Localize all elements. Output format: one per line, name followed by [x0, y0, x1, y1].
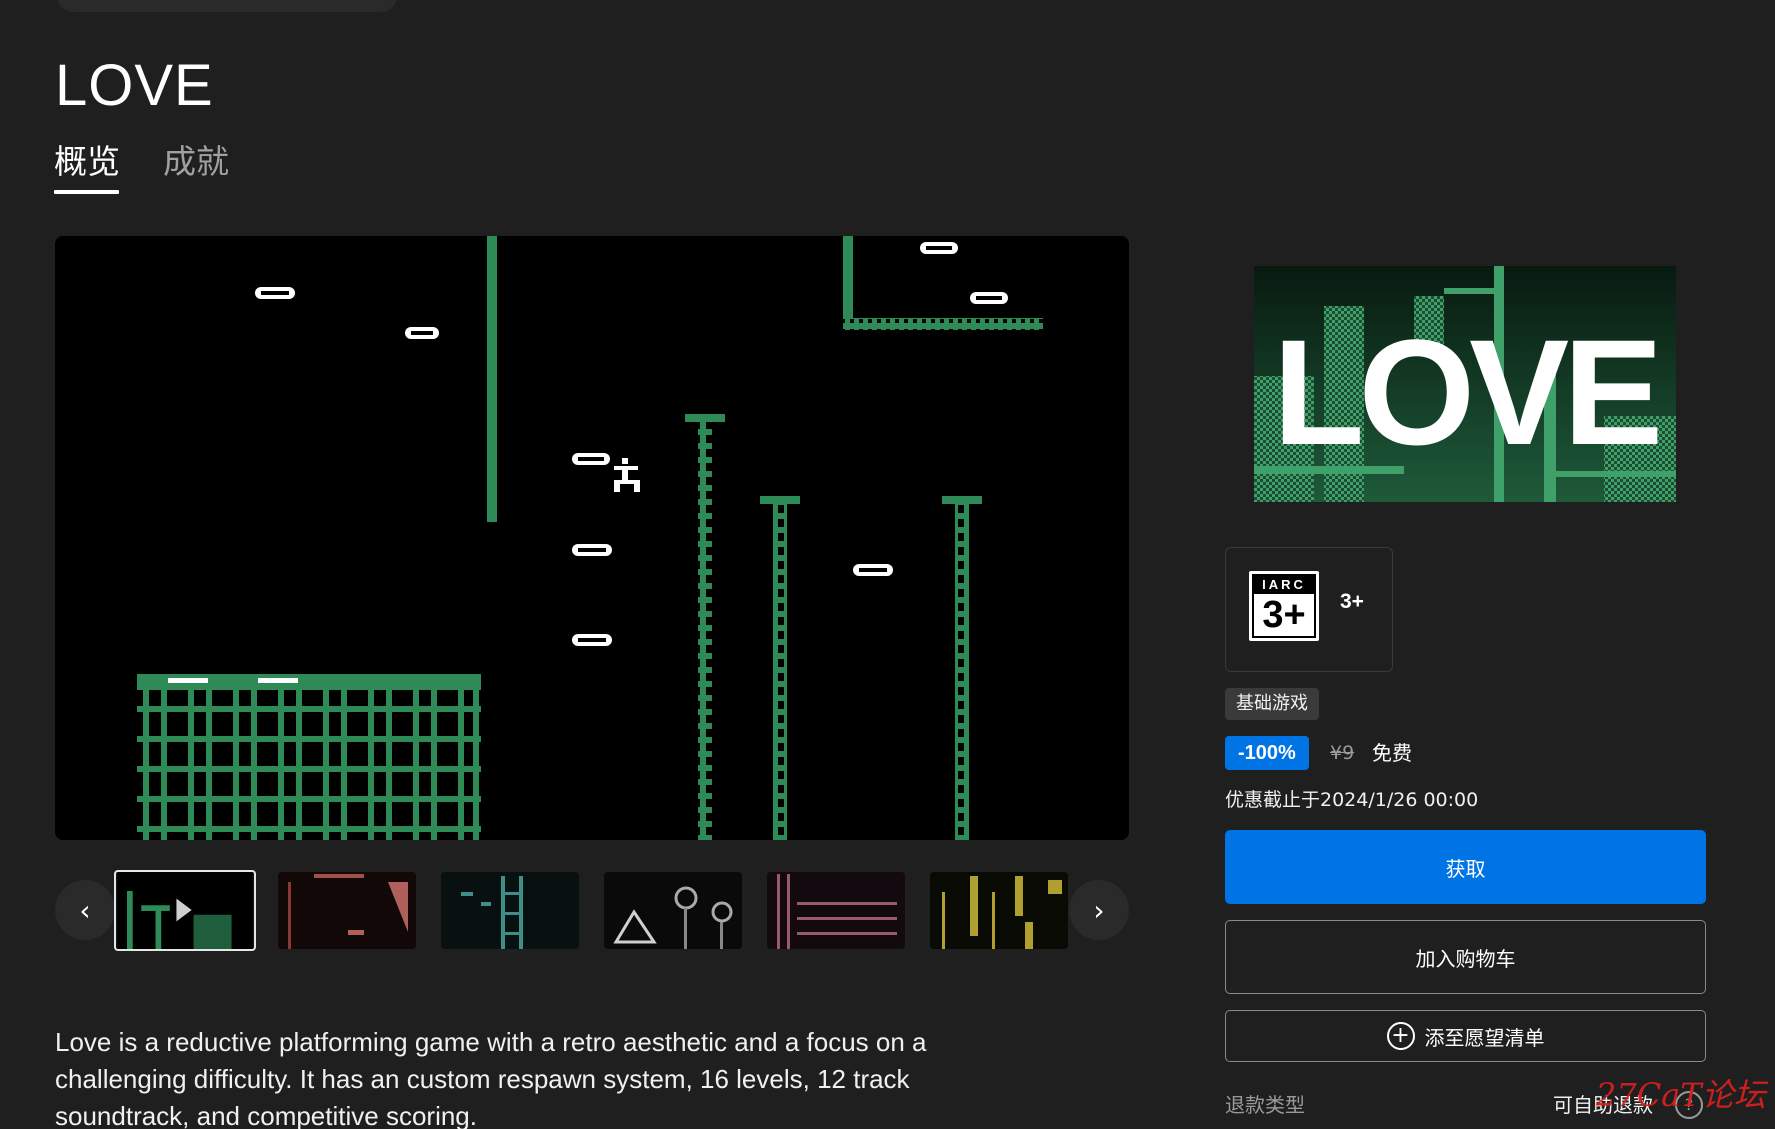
carousel-prev-button[interactable]: ‹ [55, 880, 115, 940]
thumbnail-3[interactable] [441, 872, 579, 949]
discount-badge: -100% [1225, 736, 1309, 770]
game-cover-art: LOVE [1254, 266, 1676, 502]
active-tab-indicator [54, 190, 119, 194]
original-price: ¥9 [1330, 742, 1355, 764]
add-to-wishlist-button[interactable]: + 添至愿望清单 [1225, 1010, 1706, 1062]
age-rating-box: IARC 3+ 3+ [1225, 547, 1393, 672]
cover-logo: LOVE [1273, 308, 1658, 476]
main-screenshot[interactable] [55, 236, 1129, 840]
watermark: 27CaT论坛 [1596, 1076, 1766, 1114]
final-price: 免费 [1372, 741, 1412, 765]
price-row: -100% ¥9 免费 [1225, 736, 1645, 770]
carousel-next-button[interactable]: › [1069, 880, 1129, 940]
thumbnail-2[interactable] [278, 872, 416, 949]
iarc-rating-icon: IARC 3+ [1249, 571, 1319, 641]
plus-circle-icon: + [1386, 1022, 1415, 1050]
rating-label: 3+ [1340, 590, 1364, 613]
refund-type-label: 退款类型 [1225, 1093, 1305, 1117]
store-page: LOVE 概览 成就 ‹ › Love is a reductive platf… [0, 0, 1775, 1129]
thumbnail-4[interactable] [604, 872, 742, 949]
thumbnail-5[interactable] [767, 872, 905, 949]
base-game-badge: 基础游戏 [1225, 688, 1319, 720]
tab-achievements[interactable]: 成就 [163, 140, 229, 184]
search-bar-remnant[interactable] [57, 0, 397, 12]
chevron-left-icon: ‹ [79, 893, 91, 927]
get-button[interactable]: 获取 [1225, 830, 1706, 904]
chevron-right-icon: › [1093, 893, 1105, 927]
tab-overview[interactable]: 概览 [54, 140, 120, 184]
screenshot-carousel: ‹ › [55, 868, 1129, 954]
thumbnail-6[interactable] [930, 872, 1068, 949]
game-description: Love is a reductive platforming game wit… [55, 1027, 927, 1129]
thumbnail-video[interactable] [114, 870, 256, 951]
page-title: LOVE [55, 53, 214, 118]
promo-end-date: 优惠截止于2024/1/26 00:00 [1225, 789, 1479, 811]
add-to-cart-button[interactable]: 加入购物车 [1225, 920, 1706, 994]
